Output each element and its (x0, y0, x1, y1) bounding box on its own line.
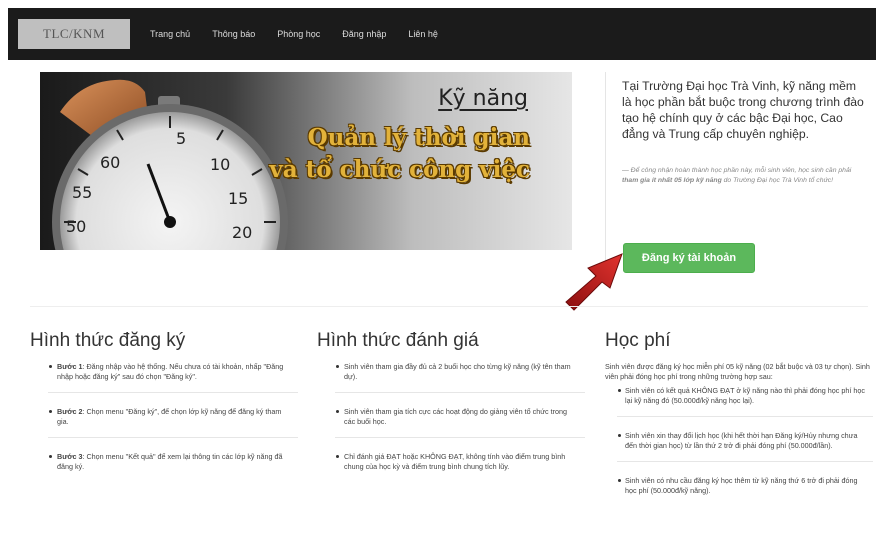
list-item: Sinh viên xin thay đổi lịch học (khi hết… (605, 431, 873, 451)
evaluation-title: Hình thức đánh giá (317, 330, 479, 351)
quote-suffix: do Trường Đại học Trà Vinh tổ chức! (721, 177, 834, 184)
list-divider (335, 392, 585, 393)
dial-number-15: 15 (228, 189, 248, 208)
side-panel: Tại Trường Đại học Trà Vinh, kỹ năng mềm… (605, 72, 867, 282)
stopwatch-pivot (164, 216, 176, 228)
registration-steps: Bước 1: Đăng nhập vào hệ thống. Nếu chưa… (30, 362, 298, 472)
list-divider (335, 437, 585, 438)
step-text: : Đăng nhập vào hệ thống. Nếu chưa có tà… (57, 362, 284, 381)
quote-prefix: — Để công nhận hoàn thành học phần này, … (622, 167, 852, 174)
list-item: Sinh viên tham gia đầy đủ cả 2 buổi học … (317, 362, 585, 382)
nav-link-contact[interactable]: Liên hệ (408, 29, 438, 39)
hero-banner-image: 5 10 15 20 50 55 60 Kỹ năng Quản lý thời… (40, 72, 572, 250)
dial-number-20: 20 (232, 223, 252, 242)
step-text: : Chọn menu "Kết quả" để xem lại thông t… (57, 452, 283, 471)
side-quote: — Để công nhận hoàn thành học phần này, … (622, 166, 867, 186)
dial-number-60: 60 (100, 153, 120, 172)
fee-title: Học phí (605, 330, 671, 351)
section-divider (30, 306, 868, 307)
hero-subtitle-line2: và tổ chức công việc (269, 156, 530, 183)
side-intro-text: Tại Trường Đại học Trà Vinh, kỹ năng mềm… (622, 79, 864, 141)
nav-link-classrooms[interactable]: Phòng học (277, 29, 320, 39)
list-item: Sinh viên tham gia tích cực các hoạt độn… (317, 407, 585, 427)
dial-number-10: 10 (210, 155, 230, 174)
fee-list: Sinh viên có kết quả KHÔNG ĐẠT ở kỹ năng… (605, 386, 873, 496)
fee-section: Học phí Sinh viên được đăng ký học miễn … (605, 330, 873, 496)
registration-title: Hình thức đăng ký (30, 330, 186, 351)
list-item: Chỉ đánh giá ĐẠT hoặc KHÔNG ĐẠT, không t… (317, 452, 585, 472)
list-divider (48, 437, 298, 438)
list-item: Sinh viên có nhu cầu đăng ký học thêm từ… (605, 476, 873, 496)
dial-number-5: 5 (176, 129, 186, 148)
navbar: TLC/KNM Trang chủ Thông báo Phòng học Đă… (8, 8, 876, 60)
dial-number-55: 55 (72, 183, 92, 202)
list-divider (48, 392, 298, 393)
registration-step: Bước 2: Chọn menu "Đăng ký", để chọn lớp… (30, 407, 298, 427)
register-account-button[interactable]: Đăng ký tài khoản (623, 243, 755, 273)
hero-title: Kỹ năng (438, 86, 528, 111)
step-text: : Chọn menu "Đăng ký", để chọn lớp kỹ nă… (57, 407, 282, 426)
nav-link-login[interactable]: Đăng nhập (342, 29, 386, 39)
nav-link-announcements[interactable]: Thông báo (212, 29, 255, 39)
quote-bold: tham gia ít nhất 05 lớp kỹ năng (622, 177, 722, 184)
evaluation-section: Hình thức đánh giá Sinh viên tham gia đầ… (317, 330, 585, 472)
step-label: Bước 1 (57, 362, 83, 371)
hero-subtitle-line1: Quản lý thời gian (307, 124, 530, 151)
nav-links: Trang chủ Thông báo Phòng học Đăng nhập … (150, 29, 460, 39)
brand-logo[interactable]: TLC/KNM (18, 19, 130, 49)
evaluation-list: Sinh viên tham gia đầy đủ cả 2 buổi học … (317, 362, 585, 472)
fee-intro: Sinh viên được đăng ký học miễn phí 05 k… (605, 362, 870, 381)
top-margin (0, 0, 876, 8)
dial-number-50: 50 (66, 217, 86, 236)
registration-section: Hình thức đăng ký Bước 1: Đăng nhập vào … (30, 330, 298, 472)
list-divider (617, 416, 873, 417)
step-label: Bước 2 (57, 407, 83, 416)
list-divider (617, 461, 873, 462)
red-arrow-pointer (565, 253, 623, 311)
registration-step: Bước 3: Chọn menu "Kết quả" để xem lại t… (30, 452, 298, 472)
list-item: Sinh viên có kết quả KHÔNG ĐẠT ở kỹ năng… (605, 386, 873, 406)
registration-step: Bước 1: Đăng nhập vào hệ thống. Nếu chưa… (30, 362, 298, 382)
nav-link-home[interactable]: Trang chủ (150, 29, 190, 39)
step-label: Bước 3 (57, 452, 83, 461)
